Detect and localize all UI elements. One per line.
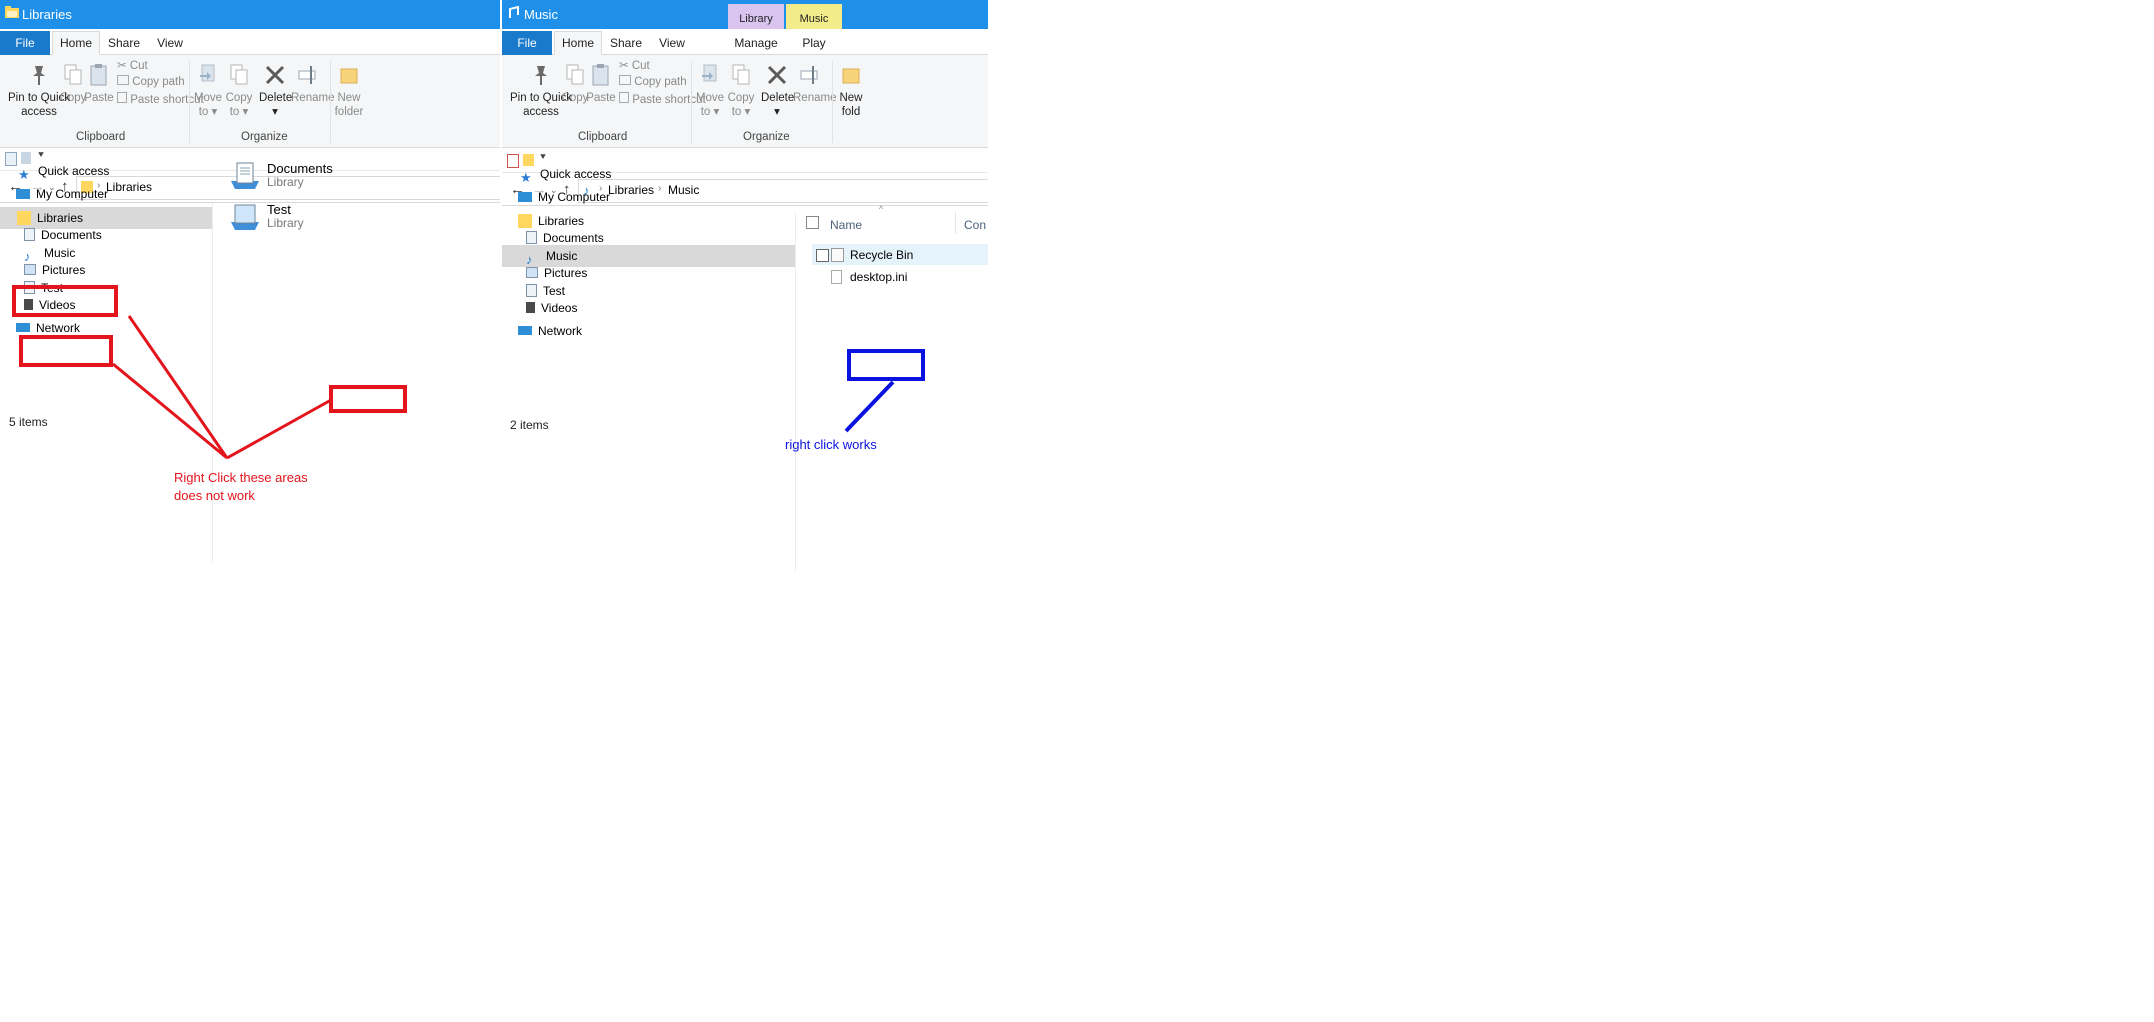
red-box-music [19, 335, 113, 367]
annotation-right-click-fails: Right Click these areas does not work [174, 469, 308, 505]
red-annotation-lines [112, 315, 332, 460]
annotation-line2: does not work [174, 488, 255, 503]
annotation-line1: Right Click these areas [174, 470, 308, 485]
red-box-libraries [12, 285, 118, 317]
annotation-right-click-works: right click works [785, 437, 877, 452]
blue-annotation-line [844, 380, 895, 433]
blue-box-content-area [847, 349, 925, 381]
red-box-empty-area [329, 385, 407, 413]
